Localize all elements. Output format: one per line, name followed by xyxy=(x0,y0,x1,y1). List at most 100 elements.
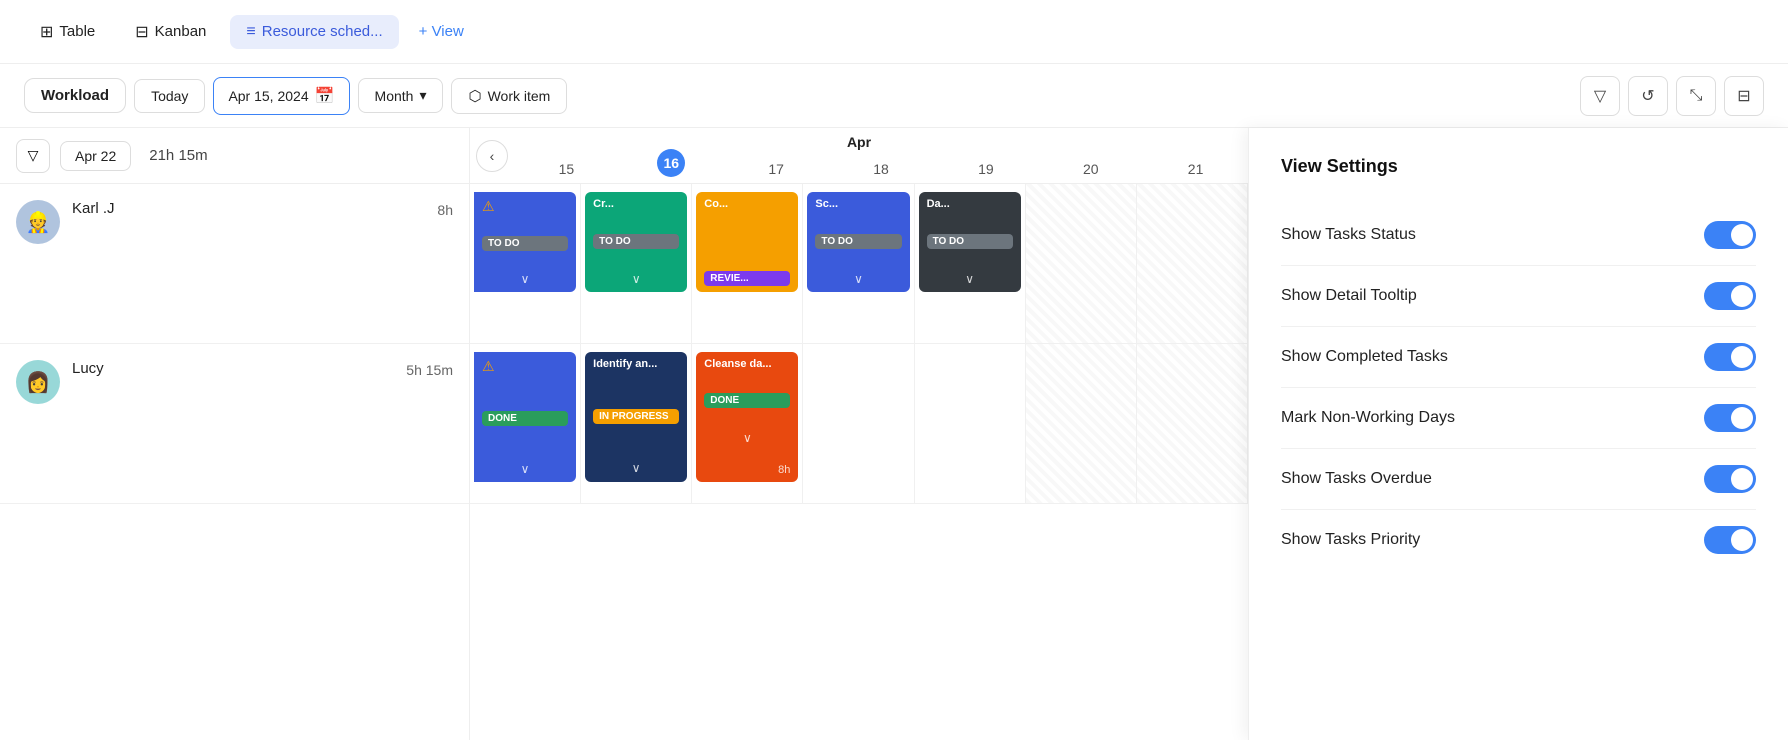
workload-label: Workload xyxy=(41,87,109,104)
task-label: Da... xyxy=(927,198,1013,210)
user-info-karl: Karl .J xyxy=(72,200,437,218)
status-badge: REVIE... xyxy=(704,271,790,286)
nav-kanban[interactable]: ⊟ Kanban xyxy=(119,14,222,50)
nav-resource-label: Resource sched... xyxy=(262,23,383,40)
vs-label-tasks-status: Show Tasks Status xyxy=(1281,226,1416,244)
lucy-task-15[interactable]: ⚠ DONE ∨ xyxy=(474,352,576,482)
cal-day-16: 16 xyxy=(619,128,724,183)
karl-cell-20 xyxy=(1026,184,1137,343)
status-badge: DONE xyxy=(704,393,790,408)
karl-task-19[interactable]: Da... TO DO ∨ xyxy=(919,192,1021,292)
month-selector[interactable]: Month ▾ xyxy=(358,78,444,113)
task-label: Identify an... xyxy=(593,358,679,370)
chevron-down: ∨ xyxy=(704,431,790,445)
work-item-icon: ⬡ xyxy=(468,87,481,105)
day-num-18: 18 xyxy=(873,161,889,177)
filter-icon: ▽ xyxy=(1594,86,1606,106)
toggle-tasks-priority[interactable] xyxy=(1704,526,1756,554)
workload-button[interactable]: Workload xyxy=(24,78,126,113)
toolbar: Workload Today Apr 15, 2024 📅 Month ▾ ⬡ … xyxy=(0,64,1788,128)
toggle-detail-tooltip[interactable] xyxy=(1704,282,1756,310)
refresh-button[interactable]: ↺ xyxy=(1628,76,1668,116)
toggle-completed-tasks[interactable] xyxy=(1704,343,1756,371)
nav-table-label: Table xyxy=(59,23,95,40)
lucy-cell-18 xyxy=(803,344,914,503)
vs-row-tasks-status: Show Tasks Status xyxy=(1281,205,1756,266)
filter-button[interactable]: ▽ xyxy=(1580,76,1620,116)
nav-resource[interactable]: ≡ Resource sched... xyxy=(230,15,398,49)
kanban-icon: ⊟ xyxy=(135,22,148,42)
date-picker[interactable]: Apr 15, 2024 📅 xyxy=(213,77,349,115)
cal-day-17: 17 xyxy=(724,128,829,183)
chevron-down: ∨ xyxy=(593,272,679,286)
lucy-task-17[interactable]: Cleanse da... DONE ∨ 8h xyxy=(696,352,798,482)
toggle-tasks-status[interactable] xyxy=(1704,221,1756,249)
day-num-20: 20 xyxy=(1083,161,1099,177)
cal-day-20: 20 xyxy=(1038,128,1143,183)
status-badge: TO DO xyxy=(815,234,901,249)
calendar-grid: ‹ Apr 15 16 17 18 19 20 21 xyxy=(470,128,1248,740)
karl-task-17[interactable]: Co... REVIE... xyxy=(696,192,798,292)
day-num-19: 19 xyxy=(978,161,994,177)
karl-task-18[interactable]: Sc... TO DO ∨ xyxy=(807,192,909,292)
status-badge: TO DO xyxy=(482,236,568,251)
resource-icon: ≡ xyxy=(246,23,255,41)
chevron-down: ∧ xyxy=(593,462,679,476)
calendar-body: ⚠ TO DO ∨ Cr... TO DO ∨ Co... xyxy=(470,184,1248,504)
month-label: Month xyxy=(375,88,414,104)
header-date-badge: Apr 22 xyxy=(60,141,131,171)
task-label: Cleanse da... xyxy=(704,358,790,370)
cal-row-karl: ⚠ TO DO ∨ Cr... TO DO ∨ Co... xyxy=(470,184,1248,344)
user-info-lucy: Lucy xyxy=(72,360,406,378)
lucy-cell-21 xyxy=(1137,344,1248,503)
today-button[interactable]: Today xyxy=(134,79,205,113)
refresh-icon: ↺ xyxy=(1641,86,1654,106)
task-label: Co... xyxy=(704,198,790,210)
user-name-karl: Karl .J xyxy=(72,200,115,217)
karl-task-16[interactable]: Cr... TO DO ∨ xyxy=(585,192,687,292)
avatar-lucy: 👩 xyxy=(16,360,60,404)
header-filter-button[interactable]: ▽ xyxy=(16,139,50,173)
karl-cell-21 xyxy=(1137,184,1248,343)
task-label: Sc... xyxy=(815,198,901,210)
nav-kanban-label: Kanban xyxy=(155,23,207,40)
date-value: Apr 15, 2024 xyxy=(228,88,308,104)
day-num-17: 17 xyxy=(768,161,784,177)
cal-day-19: 19 xyxy=(933,128,1038,183)
avatar-karl: 👷 xyxy=(16,200,60,244)
user-row-karl: 👷 Karl .J 8h xyxy=(0,184,469,344)
chevron-down: ∨ xyxy=(482,462,568,476)
toggle-non-working-days[interactable] xyxy=(1704,404,1756,432)
left-header: ▽ Apr 22 21h 15m xyxy=(0,128,469,184)
vs-row-tasks-overdue: Show Tasks Overdue xyxy=(1281,449,1756,510)
prev-arrow[interactable]: ‹ xyxy=(476,140,508,172)
toggle-tasks-overdue[interactable] xyxy=(1704,465,1756,493)
day-num-15: 15 xyxy=(559,161,575,177)
work-item-button[interactable]: ⬡ Work item xyxy=(451,78,567,114)
karl-cell-16: Cr... TO DO ∨ xyxy=(581,184,692,343)
settings-button[interactable]: ⊟ xyxy=(1724,76,1764,116)
warning-icon: ⚠ xyxy=(482,198,568,215)
day-num-21: 21 xyxy=(1188,161,1204,177)
karl-task-15[interactable]: ⚠ TO DO ∨ xyxy=(474,192,576,292)
vs-label-tasks-overdue: Show Tasks Overdue xyxy=(1281,470,1432,488)
cal-day-18: 18 xyxy=(829,128,934,183)
vs-label-completed-tasks: Show Completed Tasks xyxy=(1281,348,1448,366)
day-num-16: 16 xyxy=(657,149,685,177)
chevron-down: ∨ xyxy=(815,272,901,286)
chevron-down: ∨ xyxy=(927,272,1013,286)
user-hours-karl: 8h xyxy=(437,200,453,218)
add-view-button[interactable]: + View xyxy=(407,15,476,48)
status-badge: IN PROGRESS xyxy=(593,409,679,424)
left-panel: ▽ Apr 22 21h 15m 👷 Karl .J 8h 👩 Lucy 5h … xyxy=(0,128,470,740)
lucy-cell-15: ⚠ DONE ∨ xyxy=(470,344,581,503)
expand-button[interactable]: ⤡ xyxy=(1676,76,1716,116)
view-settings-panel: View Settings Show Tasks Status Show Det… xyxy=(1248,128,1788,740)
karl-cell-19: Da... TO DO ∨ xyxy=(915,184,1026,343)
status-badge: TO DO xyxy=(927,234,1013,249)
nav-table[interactable]: ⊞ Table xyxy=(24,14,111,50)
lucy-task-16[interactable]: Identify an... IN PROGRESS ∧ xyxy=(585,352,687,482)
vs-label-tasks-priority: Show Tasks Priority xyxy=(1281,531,1420,549)
vs-row-tasks-priority: Show Tasks Priority xyxy=(1281,510,1756,570)
chevron-down: ∨ xyxy=(482,272,568,286)
